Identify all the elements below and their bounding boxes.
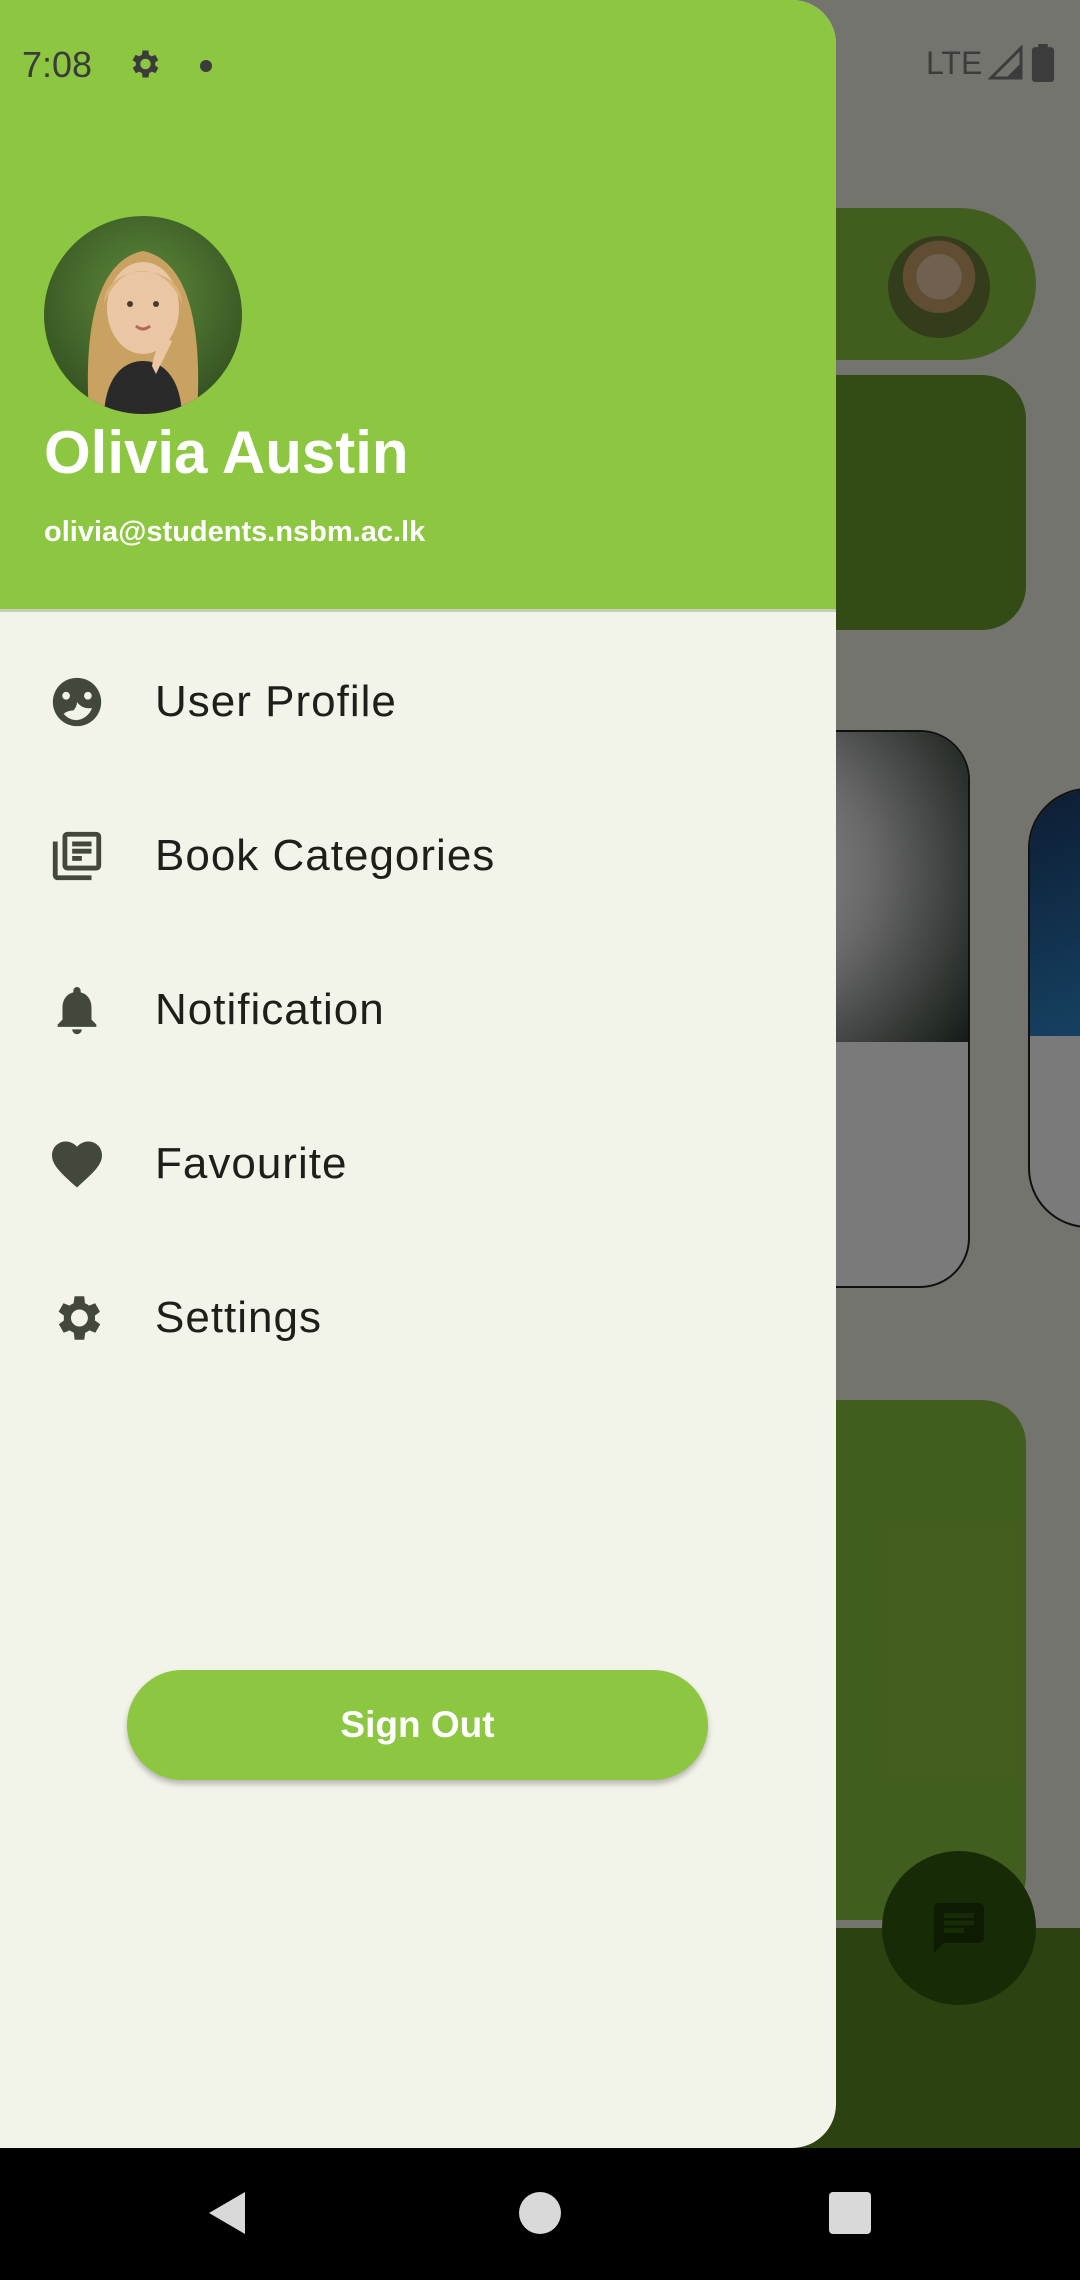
menu-item-label: Book Categories [155, 831, 496, 880]
notification-dot-icon [200, 60, 212, 72]
bell-icon [46, 979, 108, 1041]
menu-item-user-profile[interactable]: User Profile [0, 632, 836, 772]
sign-out-button[interactable]: Sign Out [127, 1670, 708, 1780]
gear-icon [46, 1287, 108, 1349]
system-navigation-bar [0, 2148, 1080, 2280]
menu-item-label: Settings [155, 1293, 322, 1342]
menu-item-favourite[interactable]: Favourite [0, 1094, 836, 1234]
menu-item-notification[interactable]: Notification [0, 940, 836, 1080]
home-icon[interactable] [519, 2192, 561, 2234]
menu-item-label: Notification [155, 985, 385, 1034]
signal-icon [988, 45, 1023, 80]
menu-item-settings[interactable]: Settings [0, 1248, 836, 1388]
face-icon [46, 671, 108, 733]
status-time: 7:08 [22, 44, 93, 85]
user-avatar[interactable] [44, 216, 242, 414]
battery-icon [1032, 44, 1055, 82]
network-type: LTE [926, 44, 983, 81]
menu-item-book-categories[interactable]: Book Categories [0, 786, 836, 926]
recents-icon[interactable] [829, 2192, 871, 2234]
library-books-icon [46, 825, 108, 887]
menu-item-label: Favourite [155, 1139, 348, 1188]
user-email: olivia@students.nsbm.ac.lk [44, 516, 426, 548]
menu-item-label: User Profile [155, 677, 397, 726]
navigation-drawer: 7:08 Olivia Austin olivia@students.nsbm.… [0, 0, 836, 2148]
settings-notification-icon [132, 50, 159, 78]
heart-icon [46, 1133, 108, 1195]
drawer-header: 7:08 Olivia Austin olivia@students.nsbm.… [0, 0, 836, 612]
user-name: Olivia Austin [44, 419, 409, 486]
avatar-photo [44, 216, 242, 414]
back-icon[interactable] [205, 2188, 249, 2238]
status-indicators: LTE [926, 44, 1056, 82]
